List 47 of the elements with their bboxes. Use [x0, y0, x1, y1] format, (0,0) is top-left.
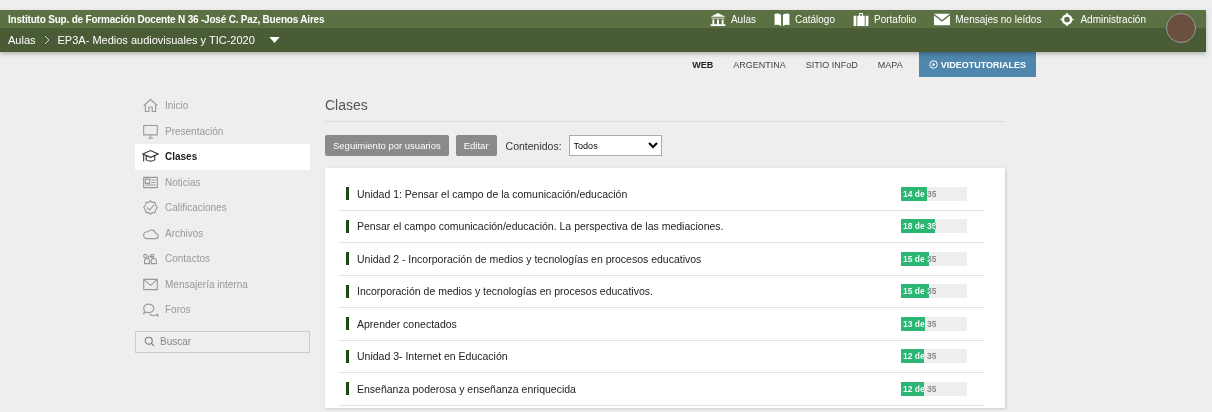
site-link[interactable]: WEB: [682, 52, 724, 77]
list-marker: [346, 284, 349, 298]
home-icon: [142, 97, 159, 115]
course-name[interactable]: EP3A- Medios audiovisuales y TIC-2020: [57, 34, 255, 46]
chat-bubbles-icon: [142, 301, 159, 319]
contents-select[interactable]: Todos: [568, 135, 662, 156]
class-title-link[interactable]: Unidad 1: Pensar el campo de la comunicación/educación: [357, 187, 901, 200]
list-marker: [346, 187, 349, 201]
settings-icon: [1059, 12, 1076, 26]
site-link[interactable]: SITIO INFoD: [795, 52, 868, 77]
class-title-link[interactable]: Unidad 3- Internet en Educación: [357, 350, 901, 363]
search-icon: [144, 336, 155, 347]
list-marker: [346, 317, 349, 331]
columns-icon: [709, 12, 726, 26]
briefcase-icon: [853, 12, 869, 26]
page-title: Clases: [325, 93, 1005, 122]
video-tutorials-button[interactable]: VIDEOTUTORIALES: [918, 52, 1036, 77]
class-title-link[interactable]: Aprender conectados: [357, 317, 901, 330]
search-input[interactable]: Buscar: [160, 336, 300, 347]
edit-button[interactable]: Editar: [455, 135, 497, 156]
mail-icon: [934, 12, 951, 26]
dropdown-caret-icon[interactable]: [268, 37, 280, 43]
institution-name: Instituto Sup. de Formación Docente N 36 -José C. Paz, Buenos Aires: [8, 13, 325, 25]
list-marker: [346, 219, 349, 233]
book-icon: [773, 12, 790, 26]
list-marker: [346, 382, 349, 396]
chevron-icon: [43, 35, 50, 45]
top-nav-link[interactable]: Administración: [1059, 12, 1146, 26]
breadcrumb-link[interactable]: Aulas: [8, 34, 36, 46]
filter-label: Contenidos:: [505, 139, 562, 152]
top-nav-link[interactable]: Mensajes no leídos: [934, 12, 1042, 26]
search-field[interactable]: Buscar: [135, 330, 310, 353]
class-title-link[interactable]: Unidad 2 - Incorporación de medios y tecnologías en procesos educativos: [357, 252, 901, 265]
sidebar-item[interactable]: Clases: [135, 144, 310, 170]
class-title-link[interactable]: Pensar el campo comunicación/educación. La perspectiva de las mediaciones.: [357, 220, 901, 233]
top-nav-link[interactable]: Portafolio: [853, 12, 917, 26]
site-link[interactable]: ARGENTINA: [723, 52, 796, 77]
class-title-link[interactable]: Enseñanza poderosa y enseñanza enriquecida: [357, 382, 901, 395]
monitor-icon: [142, 122, 159, 140]
class-title-link[interactable]: Incorporación de medios y tecnologías en procesos educativos.: [357, 285, 901, 298]
user-tracking-button[interactable]: Seguimiento por usuarios: [325, 135, 449, 156]
site-link[interactable]: MAPA: [867, 52, 913, 77]
play-icon: [928, 60, 938, 69]
top-nav-link[interactable]: Aulas: [709, 12, 756, 26]
top-nav-link[interactable]: Catálogo: [773, 12, 835, 26]
list-marker: [346, 252, 349, 266]
list-marker: [346, 349, 349, 363]
